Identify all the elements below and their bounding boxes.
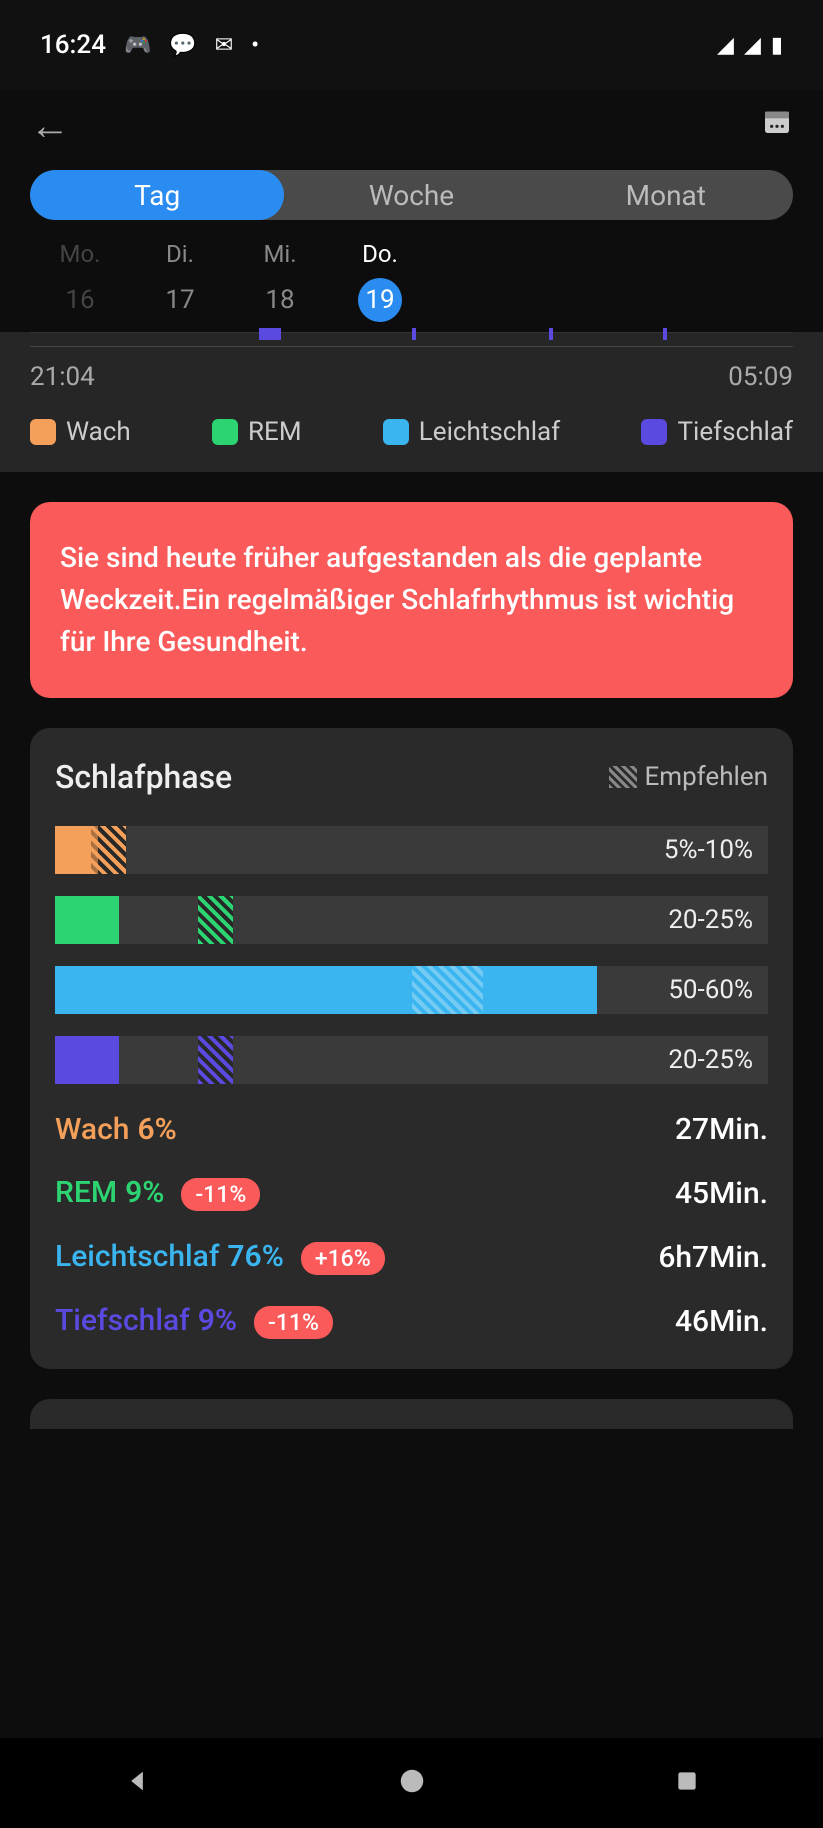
stat-percent: 9%	[125, 1175, 164, 1210]
nav-back-button[interactable]	[123, 1767, 151, 1799]
more-icon: •	[251, 33, 259, 58]
day-name: Do.	[330, 240, 430, 268]
day-number: 19	[358, 278, 402, 322]
stat-row: Leichtschlaf 76% +16% 6h7Min.	[55, 1239, 768, 1275]
stat-duration: 45Min.	[675, 1176, 768, 1211]
alert-text: Sie sind heute früher aufgestanden als d…	[60, 541, 734, 658]
time-range-tabs: Tag Woche Monat	[30, 170, 793, 220]
nav-home-button[interactable]	[397, 1766, 427, 1800]
stat-delta: +16%	[301, 1242, 385, 1275]
status-bar: 16:24 🎮 💬 ✉ • ◢ ◢ ▮	[0, 0, 823, 90]
bar-range-label: 50-60%	[668, 975, 753, 1005]
system-nav-bar	[0, 1738, 823, 1828]
calendar-icon[interactable]	[761, 105, 793, 145]
stat-percent: 6%	[137, 1112, 176, 1147]
sleep-phase-card: Schlafphase Empfehlen 5%-10% 20-25% 50-6…	[30, 728, 793, 1369]
stat-delta: -11%	[181, 1178, 260, 1211]
phase-title: Schlafphase	[55, 758, 232, 796]
battery-icon: ▮	[771, 33, 783, 58]
phase-bar: 20-25%	[55, 1036, 768, 1084]
stat-name: REM	[55, 1175, 117, 1210]
day-name: Di.	[130, 240, 230, 268]
bar-fill	[55, 966, 597, 1014]
legend-rem: REM	[212, 417, 302, 447]
bar-fill	[55, 1036, 119, 1084]
day-number: 16	[58, 278, 102, 322]
bar-recommended	[198, 896, 234, 944]
stat-row: Tiefschlaf 9% -11% 46Min.	[55, 1303, 768, 1339]
bar-range-label: 20-25%	[668, 1045, 753, 1075]
legend-wake: Wach	[30, 417, 131, 447]
day-name: Mi.	[230, 240, 330, 268]
day-item[interactable]: Mi. 18	[230, 240, 330, 322]
tab-day[interactable]: Tag	[30, 170, 284, 220]
day-name: Mo.	[30, 240, 130, 268]
chat-icon: 💬	[169, 33, 196, 58]
phase-bar: 50-60%	[55, 966, 768, 1014]
bar-range-label: 5%-10%	[664, 835, 753, 865]
bar-recommended	[91, 826, 127, 874]
sleep-end-time: 05:09	[728, 362, 793, 392]
stat-name: Leichtschlaf	[55, 1239, 219, 1274]
bar-recommended	[198, 1036, 234, 1084]
stat-name: Tiefschlaf	[55, 1303, 190, 1338]
signal-icon: ◢	[744, 33, 761, 58]
day-item[interactable]: Do. 19	[330, 240, 430, 322]
day-item[interactable]: Di. 17	[130, 240, 230, 322]
stat-duration: 46Min.	[675, 1304, 768, 1339]
day-number: 18	[258, 278, 302, 322]
stat-row: Wach 6% 27Min.	[55, 1112, 768, 1147]
stat-name: Wach	[55, 1112, 129, 1147]
bar-recommended	[412, 966, 483, 1014]
bar-range-label: 20-25%	[668, 905, 753, 935]
stat-duration: 6h7Min.	[658, 1240, 768, 1275]
stat-row: REM 9% -11% 45Min.	[55, 1175, 768, 1211]
status-time: 16:24	[40, 30, 106, 60]
wifi-icon: ◢	[717, 33, 734, 58]
next-card-peek[interactable]	[30, 1399, 793, 1429]
hatch-icon	[609, 766, 637, 788]
bar-fill	[55, 896, 119, 944]
legend-deep: Tiefschlaf	[641, 417, 793, 447]
stat-duration: 27Min.	[675, 1112, 768, 1147]
tab-month[interactable]: Monat	[539, 170, 793, 220]
back-button[interactable]: ←	[30, 102, 70, 149]
stat-delta: -11%	[254, 1306, 333, 1339]
stat-percent: 76%	[227, 1239, 283, 1274]
phase-bar: 20-25%	[55, 896, 768, 944]
stat-percent: 9%	[198, 1303, 237, 1338]
sleep-timeline: 21:04 05:09 Wach REM Leichtschlaf Tiefsc…	[0, 332, 823, 472]
sleep-legend: Wach REM Leichtschlaf Tiefschlaf	[0, 417, 823, 447]
recommend-label: Empfehlen	[609, 762, 769, 792]
sleep-start-time: 21:04	[30, 362, 95, 392]
legend-light: Leichtschlaf	[383, 417, 560, 447]
day-number: 17	[158, 278, 202, 322]
tab-week[interactable]: Woche	[284, 170, 538, 220]
nav-recent-button[interactable]	[674, 1768, 700, 1798]
phase-bar: 5%-10%	[55, 826, 768, 874]
mail-icon: ✉	[215, 33, 233, 58]
app-header: ←	[0, 90, 823, 160]
alert-card: Sie sind heute früher aufgestanden als d…	[30, 502, 793, 698]
day-selector: Mo. 16 Di. 17 Mi. 18 Do. 19	[0, 225, 823, 332]
discord-icon: 🎮	[124, 33, 151, 58]
day-item[interactable]: Mo. 16	[30, 240, 130, 322]
